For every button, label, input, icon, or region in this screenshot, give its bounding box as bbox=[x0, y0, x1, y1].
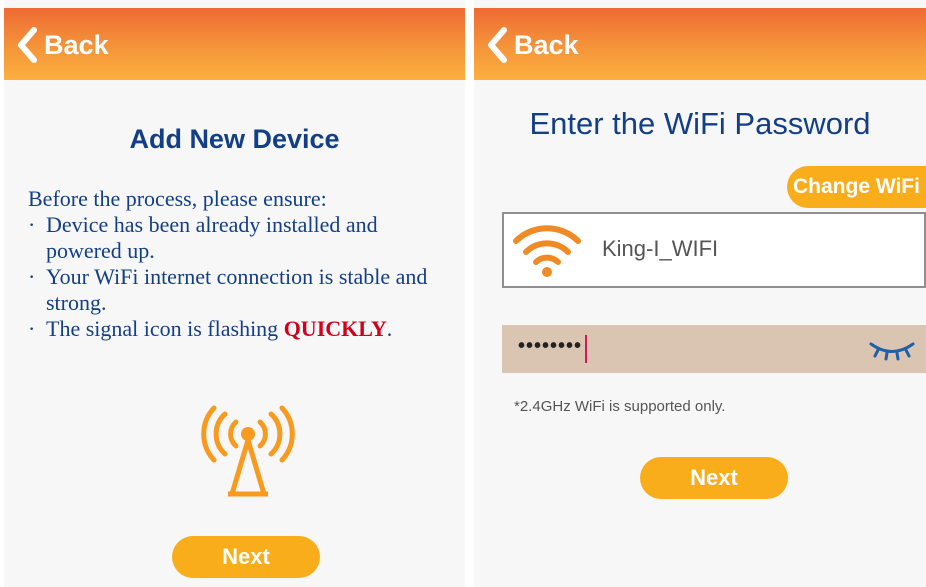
bullet-text: Device has been already installed and po… bbox=[46, 212, 378, 263]
back-label: Back bbox=[44, 29, 109, 60]
wifi-support-note: *2.4GHz WiFi is supported only. bbox=[514, 398, 726, 415]
next-button[interactable]: Next bbox=[640, 457, 788, 499]
text-caret bbox=[585, 335, 587, 363]
list-item: · Your WiFi internet connection is stabl… bbox=[28, 264, 458, 316]
list-item: · The signal icon is flashing QUICKLY. bbox=[28, 316, 458, 342]
wifi-network-field[interactable]: King-I_WIFI bbox=[502, 212, 926, 288]
wifi-password-screen: Back Enter the WiFi Password Change WiFi… bbox=[474, 0, 926, 587]
back-button[interactable]: Back bbox=[486, 22, 579, 68]
bullet-text: The signal icon is flashing bbox=[46, 316, 284, 341]
app-header: Back bbox=[4, 8, 465, 80]
bullet: · bbox=[28, 212, 36, 237]
change-wifi-button[interactable]: Change WiFi bbox=[787, 166, 926, 208]
page-title: Add New Device bbox=[129, 124, 340, 154]
wifi-icon bbox=[513, 225, 581, 277]
chevron-left-icon bbox=[18, 27, 37, 63]
signal-tower-icon bbox=[200, 404, 296, 505]
back-label: Back bbox=[514, 29, 579, 60]
password-value: •••••••• bbox=[518, 335, 583, 357]
instructions-intro: Before the process, please ensure: bbox=[28, 186, 327, 211]
bullet: · bbox=[28, 316, 36, 341]
app-header: Back bbox=[474, 8, 926, 80]
instructions: Before the process, please ensure: · Dev… bbox=[28, 186, 458, 342]
wifi-network-name: King-I_WIFI bbox=[602, 236, 719, 261]
list-item: · Device has been already installed and … bbox=[28, 212, 458, 264]
bullet-text: Your WiFi internet connection is stable … bbox=[46, 264, 428, 315]
password-input[interactable]: •••••••• bbox=[502, 325, 926, 373]
bullet: · bbox=[28, 264, 36, 289]
bullet-period: . bbox=[386, 316, 393, 341]
page-title: Enter the WiFi Password bbox=[529, 106, 871, 141]
back-button[interactable]: Back bbox=[16, 22, 109, 68]
eye-closed-icon[interactable] bbox=[868, 339, 916, 361]
divider bbox=[465, 0, 474, 587]
emphasis-text: QUICKLY bbox=[283, 316, 387, 341]
next-button[interactable]: Next bbox=[172, 536, 320, 578]
add-device-screen: Back Add New Device Before the process, … bbox=[4, 0, 465, 587]
chevron-left-icon bbox=[488, 27, 507, 63]
